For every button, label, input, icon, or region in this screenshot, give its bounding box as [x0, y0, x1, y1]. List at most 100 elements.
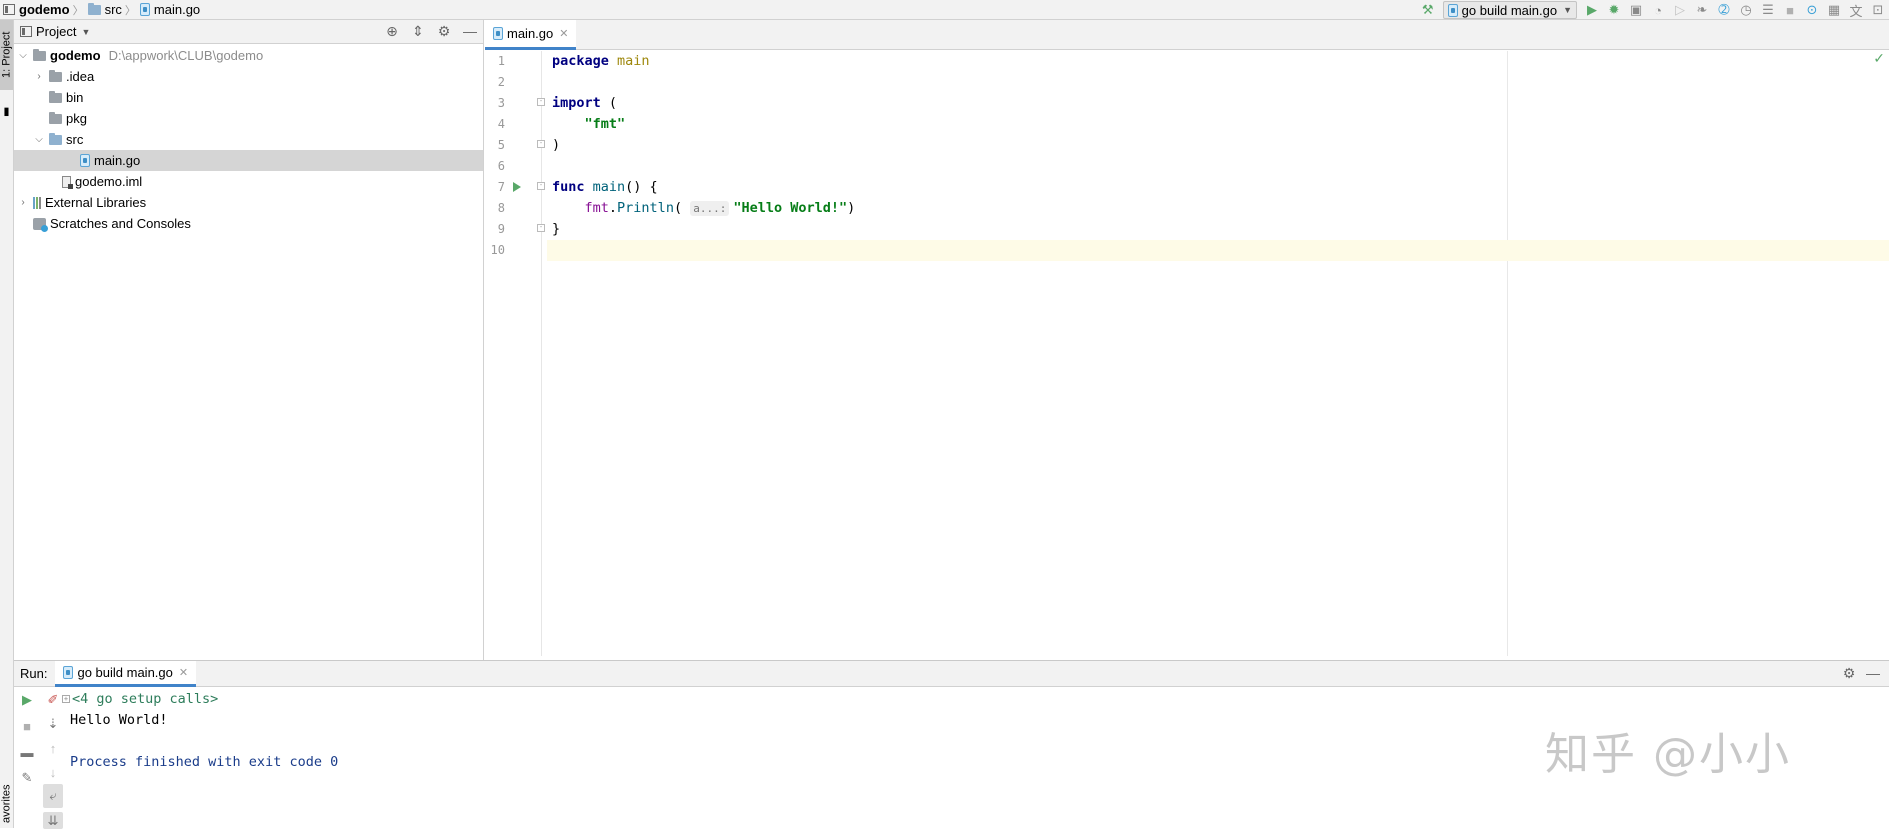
arrow-up-icon[interactable]: ↑: [40, 736, 66, 760]
code-area[interactable]: package main import ( "fmt" ) func main(…: [547, 51, 1889, 656]
line-number: 1: [497, 54, 505, 68]
tree-item-label: bin: [66, 90, 84, 105]
code-token: }: [552, 221, 561, 237]
fold-marker-icon[interactable]: -: [537, 224, 545, 232]
arrow-down-icon[interactable]: ↓: [40, 760, 66, 784]
stop-history-icon[interactable]: ◷: [1735, 0, 1757, 20]
navigation-bar: godemo 〉 src 〉 main.go ⚒ go build main.g…: [0, 0, 1889, 20]
code-token: ): [552, 137, 561, 153]
fold-marker-icon[interactable]: -: [537, 182, 545, 190]
run-disabled-icon[interactable]: ▷: [1669, 0, 1691, 20]
fold-marker-icon[interactable]: -: [537, 140, 545, 148]
tree-item-path: D:\appwork\CLUB\godemo: [108, 48, 264, 63]
stop-icon[interactable]: ■: [1779, 0, 1801, 20]
translate-icon[interactable]: 文: [1845, 0, 1867, 20]
code-token: () {: [625, 179, 658, 195]
line-number: 9: [497, 222, 505, 236]
chevron-right-icon[interactable]: ›: [17, 197, 29, 208]
minimize-icon[interactable]: —: [457, 23, 483, 40]
minimize-icon[interactable]: —: [1861, 665, 1885, 682]
code-line: ): [547, 135, 1889, 156]
gear-icon[interactable]: ⚙: [1837, 665, 1861, 682]
tree-item-godemo-iml[interactable]: godemo.iml: [14, 171, 483, 192]
attach-icon[interactable]: ❧: [1691, 0, 1713, 20]
chevron-down-icon[interactable]: ⌵: [17, 50, 29, 61]
breadcrumb-project[interactable]: godemo: [19, 2, 70, 17]
favorites-tool-window-tab[interactable]: avorites: [0, 780, 13, 828]
line-number: 10: [490, 243, 505, 257]
structure-icon[interactable]: ▮: [0, 106, 13, 120]
chevron-right-icon[interactable]: ›: [33, 71, 45, 82]
code-token: ): [847, 200, 856, 216]
chevron-down-icon[interactable]: ⌵: [33, 134, 45, 145]
tree-item-src[interactable]: ⌵ src: [14, 129, 483, 150]
editor-tab-bar: main.go ✕: [485, 20, 1889, 50]
restore-layout-icon[interactable]: ▬: [14, 740, 40, 764]
build-hammer-icon[interactable]: ⚒: [1417, 0, 1439, 20]
code-line: import (: [547, 93, 1889, 114]
line-number: 2: [497, 75, 505, 89]
code-line: fmt.Println( a...: "Hello World!"): [584, 200, 856, 216]
tree-item-pkg[interactable]: pkg: [14, 108, 483, 129]
parameter-hint: a...:: [690, 201, 730, 216]
go-file-icon: [1447, 3, 1458, 17]
rerun-icon[interactable]: ▶: [14, 688, 40, 712]
code-token: (: [608, 95, 618, 111]
scroll-to-end-icon[interactable]: ⇊: [43, 812, 63, 829]
tree-item-idea[interactable]: › .idea: [14, 66, 483, 87]
close-icon[interactable]: ✕: [179, 666, 188, 679]
stop-icon[interactable]: ■: [14, 714, 40, 738]
project-panel-header: Project ▼ ⊕ ⇕ ⚙ —: [14, 20, 483, 44]
code-token: main: [592, 179, 626, 195]
close-icon[interactable]: ✕: [559, 27, 568, 40]
tree-item-scratches[interactable]: Scratches and Consoles: [14, 213, 483, 234]
expand-icon[interactable]: ⊡: [1867, 0, 1889, 20]
favorites-tab-label: avorites: [0, 784, 13, 824]
folder-icon: [49, 111, 62, 124]
tree-item-godemo[interactable]: ⌵ godemo D:\appwork\CLUB\godemo: [14, 45, 483, 66]
console-line[interactable]: + <4 go setup calls>: [62, 689, 218, 710]
search-everywhere-icon[interactable]: ⊙: [1801, 0, 1823, 20]
go-file-icon: [139, 3, 150, 16]
locate-icon[interactable]: ⊕: [379, 23, 405, 40]
folder-icon: [33, 48, 46, 61]
chevron-down-icon[interactable]: ▼: [81, 27, 90, 37]
tree-item-label: godemo.iml: [75, 174, 143, 189]
project-panel-title[interactable]: Project: [36, 24, 76, 39]
chevron-right-icon: 〉: [72, 4, 84, 17]
editor-tab-main-go[interactable]: main.go ✕: [485, 20, 577, 50]
watermark: 知乎 @小小: [1545, 729, 1791, 780]
tree-item-main-go[interactable]: main.go: [14, 150, 483, 171]
editor: main.go ✕ ✓ 1 2 3 4 5 6 7 8 9 10 - - - -…: [485, 20, 1889, 660]
format-icon[interactable]: ☰: [1757, 0, 1779, 20]
project-icon: [3, 4, 15, 15]
breadcrumb-file[interactable]: main.go: [154, 2, 200, 17]
sort-icon[interactable]: ⇣: [40, 712, 66, 736]
iml-file-icon: [62, 175, 73, 189]
project-structure-icon[interactable]: ▦: [1823, 0, 1845, 20]
code-line: func main() {: [547, 177, 1889, 198]
breadcrumb-folder[interactable]: src: [105, 2, 122, 17]
run-icon[interactable]: ▶: [1581, 0, 1603, 20]
line-number: 4: [497, 117, 505, 131]
run-toolbar: ⚒ go build main.go ▼ ▶ ✹ ▣ ◔ ▷ ❧ ➁ ◷ ☰ ■…: [1417, 0, 1889, 20]
folder-icon: [87, 2, 101, 15]
tree-item-bin[interactable]: bin: [14, 87, 483, 108]
pin-icon[interactable]: ✎: [14, 766, 40, 790]
run-gutter-icon[interactable]: [513, 182, 521, 192]
coverage-icon[interactable]: ▣: [1625, 0, 1647, 20]
line-number: 5: [497, 138, 505, 152]
gear-icon[interactable]: ⚙: [431, 23, 457, 40]
tree-item-external-libraries[interactable]: › External Libraries: [14, 192, 483, 213]
help-icon[interactable]: ➁: [1713, 0, 1735, 20]
profile-icon[interactable]: ◔: [1647, 0, 1669, 20]
soft-wrap-icon[interactable]: ⤶: [43, 784, 63, 808]
run-configuration-select[interactable]: go build main.go ▼: [1442, 1, 1577, 19]
debug-icon[interactable]: ✹: [1603, 0, 1625, 20]
run-tab-go-build[interactable]: go build main.go ✕: [55, 660, 197, 687]
collapse-all-icon[interactable]: ⇕: [405, 23, 431, 40]
breadcrumb: godemo 〉 src 〉 main.go: [3, 0, 200, 20]
expand-icon[interactable]: +: [62, 695, 70, 703]
project-tool-window-tab[interactable]: 1: Project: [0, 20, 13, 90]
fold-marker-icon[interactable]: -: [537, 98, 545, 106]
